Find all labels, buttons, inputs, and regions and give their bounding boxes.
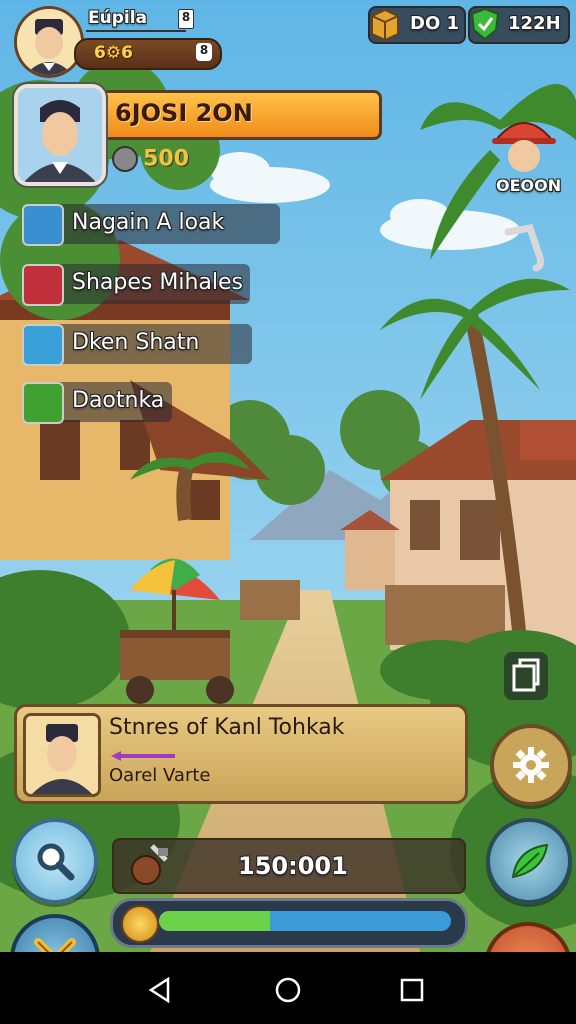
- player-avatar: [17, 9, 81, 75]
- copy-icon: [512, 658, 540, 692]
- progress-track: [159, 911, 451, 931]
- home-nav-icon[interactable]: [274, 976, 302, 1004]
- system-nav-bar: [0, 952, 576, 1024]
- copy-button[interactable]: [504, 652, 548, 700]
- level-text: 6⚙6: [94, 43, 133, 63]
- resource-crafting-icon: [122, 840, 174, 892]
- dialogue-portrait: [23, 713, 101, 797]
- skill-label-2: Dken Shatn: [72, 330, 200, 355]
- skill-label-0: Nagain A loak: [72, 210, 225, 235]
- skill-label-1: Shapes Mihales: [72, 270, 243, 295]
- dialogue-panel[interactable]: Stnres of Kanl Tohkak Oarel Varte: [14, 704, 468, 804]
- recents-nav-icon[interactable]: [400, 978, 424, 1002]
- quest-banner[interactable]: 6JOSI 2ON: [86, 90, 382, 140]
- gem-value: 122H: [508, 13, 561, 34]
- resource-bar: 150:001: [112, 838, 466, 894]
- progress-fill: [159, 911, 270, 931]
- xp-progress-bar: [110, 898, 468, 948]
- resource-value: 150:001: [238, 852, 348, 880]
- player-name-plate: Eúpila 8: [80, 6, 200, 32]
- shield-gem-icon: [468, 6, 502, 42]
- npc-helper[interactable]: OEOON: [488, 106, 562, 198]
- hook-icon: [504, 222, 550, 272]
- npc-helmet-avatar: [492, 122, 556, 172]
- player-avatar-frame[interactable]: [14, 6, 84, 78]
- search-icon: [37, 843, 75, 881]
- quest-reward-value: 500: [143, 146, 190, 172]
- gold-coin-icon: [121, 905, 159, 943]
- gold-counter[interactable]: DO 1: [368, 6, 466, 44]
- leaf-icon: [511, 843, 549, 879]
- bread-icon: [22, 382, 64, 424]
- quest-hero-portrait[interactable]: [14, 84, 106, 186]
- quest-title: 6JOSI 2ON: [115, 99, 253, 127]
- skill-item-2[interactable]: Dken Shatn: [20, 322, 252, 366]
- hammer-icon: [22, 264, 64, 306]
- skill-label-3: Daotnka: [72, 388, 165, 413]
- quest-hero-avatar: [18, 88, 102, 182]
- dialogue-title: Stnres of Kanl Tohkak: [109, 715, 345, 740]
- name-underline: [86, 30, 186, 32]
- settings-button[interactable]: [490, 724, 572, 806]
- leaf-action-button[interactable]: [486, 818, 572, 904]
- skill-item-0[interactable]: Nagain A loak: [20, 202, 280, 246]
- skill-item-1[interactable]: Shapes Mihales: [20, 262, 250, 306]
- player-name: Eúpila: [88, 8, 148, 28]
- gear-icon: [513, 747, 549, 783]
- gold-value: DO 1: [410, 13, 460, 34]
- dialogue-speaker: Oarel Varte: [109, 765, 211, 786]
- coin-pouch-icon: [112, 146, 138, 172]
- rank-badge: 8: [178, 9, 194, 29]
- search-button[interactable]: [12, 818, 98, 904]
- level-bar: 6⚙6 8: [74, 38, 222, 70]
- npc-name: OEOON: [496, 176, 562, 195]
- arrow-icon: [109, 747, 177, 761]
- dialogue-speaker-avatar: [26, 716, 98, 794]
- back-nav-icon[interactable]: [146, 976, 174, 1004]
- gold-crate-icon: [368, 6, 402, 42]
- level-badge: 8: [196, 43, 212, 61]
- gem-counter[interactable]: 122H: [468, 6, 570, 44]
- scroll-icon: [22, 324, 64, 366]
- brush-icon: [22, 204, 64, 246]
- skill-item-3[interactable]: Daotnka: [20, 380, 172, 424]
- quest-reward: 500: [112, 146, 189, 176]
